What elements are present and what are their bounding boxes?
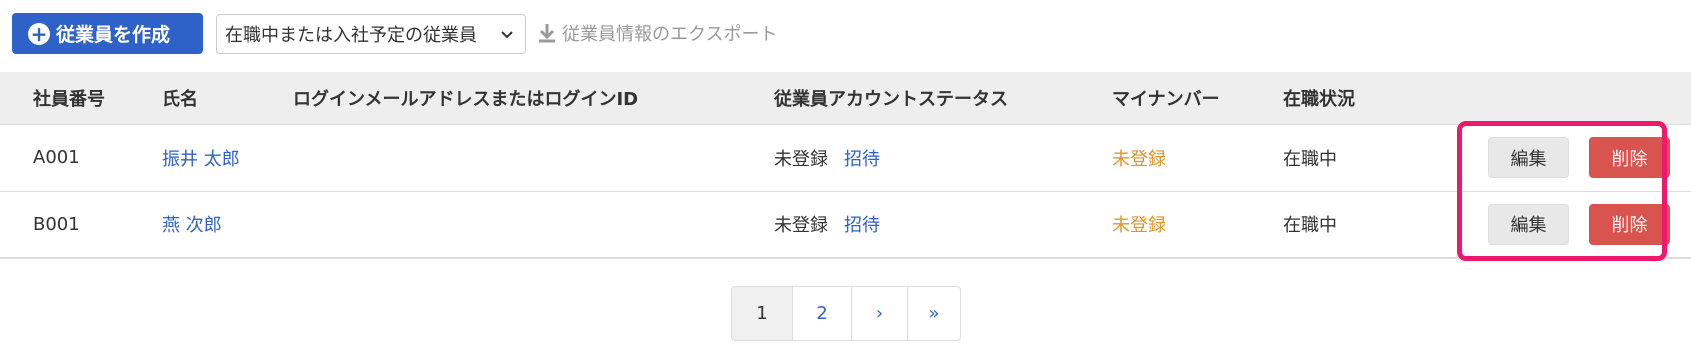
export-employee-link[interactable]: 従業員情報のエクスポート (538, 18, 777, 48)
create-employee-button[interactable]: + 従業員を作成 (12, 13, 203, 54)
invite-link[interactable]: 招待 (844, 149, 880, 170)
table-row: A001 振井 太郎 未登録 招待 未登録 在職中 編集 削除 (0, 124, 1691, 192)
employee-number: A001 (0, 124, 162, 192)
create-employee-label: 従業員を作成 (56, 24, 171, 46)
employee-name-link[interactable]: 燕 次郎 (162, 215, 222, 236)
my-number-status: 未登録 (1112, 148, 1166, 170)
employee-login (293, 124, 774, 192)
account-status: 未登録 (774, 215, 828, 237)
header-employee-number: 社員番号 (0, 72, 162, 125)
header-actions (1465, 72, 1691, 125)
page-1-button[interactable]: 1 (732, 287, 792, 340)
header-employment-status: 在職状況 (1283, 72, 1465, 125)
my-number-status: 未登録 (1112, 215, 1166, 237)
employee-filter-select[interactable]: 在職中または入社予定の従業員 (216, 14, 526, 54)
account-status: 未登録 (774, 148, 828, 170)
employment-status: 在職中 (1283, 191, 1465, 259)
header-account-status: 従業員アカウントステータス (774, 72, 1112, 125)
export-label: 従業員情報のエクスポート (562, 24, 778, 45)
table-row: B001 燕 次郎 未登録 招待 未登録 在職中 編集 削除 (0, 191, 1691, 259)
delete-button[interactable]: 削除 (1589, 137, 1670, 178)
page-2-button[interactable]: 2 (792, 287, 851, 340)
invite-link[interactable]: 招待 (844, 215, 880, 236)
table-header-row: 社員番号 氏名 ログインメールアドレスまたはログインID 従業員アカウントステー… (0, 72, 1691, 125)
edit-button[interactable]: 編集 (1488, 137, 1569, 178)
delete-button[interactable]: 削除 (1589, 203, 1670, 245)
toolbar: + 従業員を作成 在職中または入社予定の従業員 従業員情報のエクスポート (0, 0, 1691, 64)
employee-filter-value: 在職中または入社予定の従業員 (225, 25, 477, 46)
employee-table: 社員番号 氏名 ログインメールアドレスまたはログインID 従業員アカウントステー… (0, 72, 1691, 259)
pagination: 1 2 › » (731, 286, 961, 341)
employee-number: B001 (0, 191, 162, 259)
download-icon (539, 24, 555, 43)
employee-name-link[interactable]: 振井 太郎 (162, 149, 240, 170)
edit-button[interactable]: 編集 (1488, 203, 1569, 245)
next-page-button[interactable]: › (851, 287, 907, 340)
chevron-down-icon (501, 31, 513, 39)
employee-login (293, 191, 774, 259)
plus-circle-icon: + (28, 22, 50, 45)
header-name: 氏名 (162, 72, 293, 125)
employment-status: 在職中 (1283, 124, 1465, 192)
header-login: ログインメールアドレスまたはログインID (293, 72, 774, 125)
last-page-button[interactable]: » (907, 287, 960, 340)
header-my-number: マイナンバー (1112, 72, 1283, 125)
